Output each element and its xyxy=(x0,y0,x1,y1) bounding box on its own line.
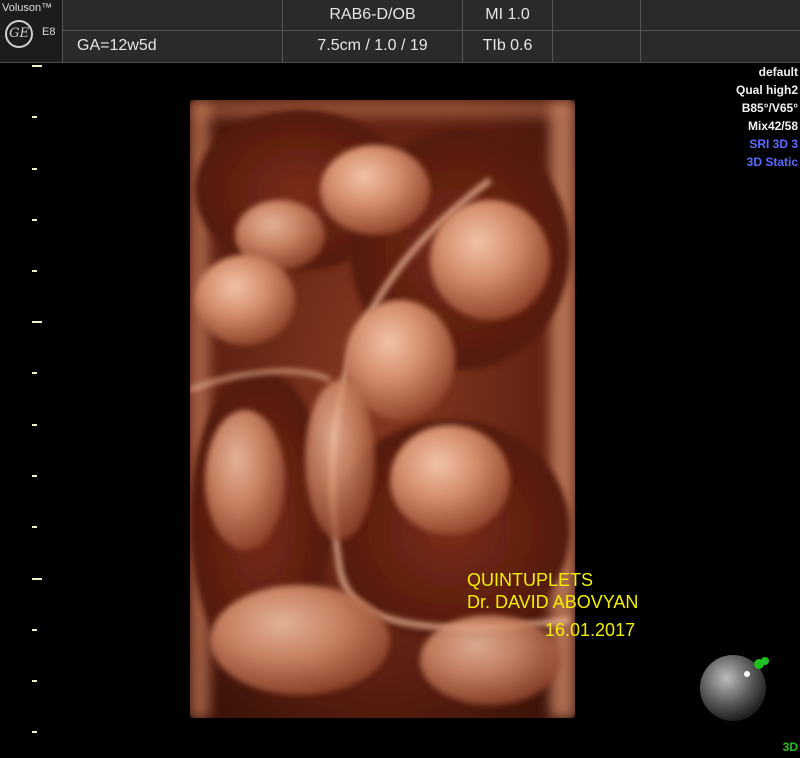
header-cell-empty-1 xyxy=(552,0,640,62)
tib-readout: TIb 0.6 xyxy=(482,37,533,54)
settings-quality: Qual high2 xyxy=(735,83,798,97)
depth-tick xyxy=(32,168,37,170)
ultrasound-screen: Voluson™ GE E8 GA=12w5d RAB6-D/OB 7.5cm … xyxy=(0,0,800,758)
depth-tick xyxy=(32,372,37,374)
brand-panel: Voluson™ GE E8 xyxy=(0,0,62,62)
depth-tick xyxy=(32,424,37,426)
header-cell-ga: GA=12w5d xyxy=(62,0,282,62)
gestational-age: GA=12w5d xyxy=(77,37,157,54)
brand-model: E8 xyxy=(42,26,56,38)
brand-name: Voluson™ xyxy=(2,2,53,14)
header-bar: Voluson™ GE E8 GA=12w5d RAB6-D/OB 7.5cm … xyxy=(0,0,800,63)
annotation: QUINTUPLETS Dr. DAVID ABOVYAN 16.01.2017 xyxy=(467,569,638,641)
settings-preset: default xyxy=(758,65,798,79)
depth-tick xyxy=(32,116,37,118)
settings-mode: 3D Static xyxy=(746,155,798,169)
orientation-sphere-icon[interactable] xyxy=(699,652,779,727)
depth-tick xyxy=(32,270,37,272)
depth-tick xyxy=(32,321,42,323)
depth-tick xyxy=(32,219,37,221)
settings-angles: B85°/V65° xyxy=(741,101,798,115)
mi-readout: MI 1.0 xyxy=(463,0,552,31)
depth-tick xyxy=(32,578,42,580)
probe-label: RAB6-D/OB xyxy=(283,0,462,31)
depth-tick xyxy=(32,629,37,631)
annotation-date: 16.01.2017 xyxy=(545,620,636,640)
settings-mix: Mix42/58 xyxy=(747,119,798,133)
settings-sri: SRI 3D 3 xyxy=(749,137,798,151)
mode-tag-3d: 3D xyxy=(782,740,798,754)
header-cell-probe: RAB6-D/OB 7.5cm / 1.0 / 19 xyxy=(282,0,462,62)
header-cell-empty-2 xyxy=(640,0,800,62)
depth-tick xyxy=(32,65,42,67)
depth-tick xyxy=(32,526,37,528)
depth-tick xyxy=(32,475,37,477)
depth-tick xyxy=(32,731,37,733)
ge-logo-icon: GE xyxy=(5,20,33,48)
settings-panel: default Qual high2 B85°/V65° Mix42/58 SR… xyxy=(736,63,798,171)
annotation-doctor: Dr. DAVID ABOVYAN xyxy=(467,592,639,612)
depth-readout: 7.5cm / 1.0 / 19 xyxy=(317,37,428,54)
depth-tick xyxy=(32,680,37,682)
header-cell-indices: MI 1.0 TIb 0.6 xyxy=(462,0,552,62)
annotation-title: QUINTUPLETS xyxy=(467,570,594,590)
